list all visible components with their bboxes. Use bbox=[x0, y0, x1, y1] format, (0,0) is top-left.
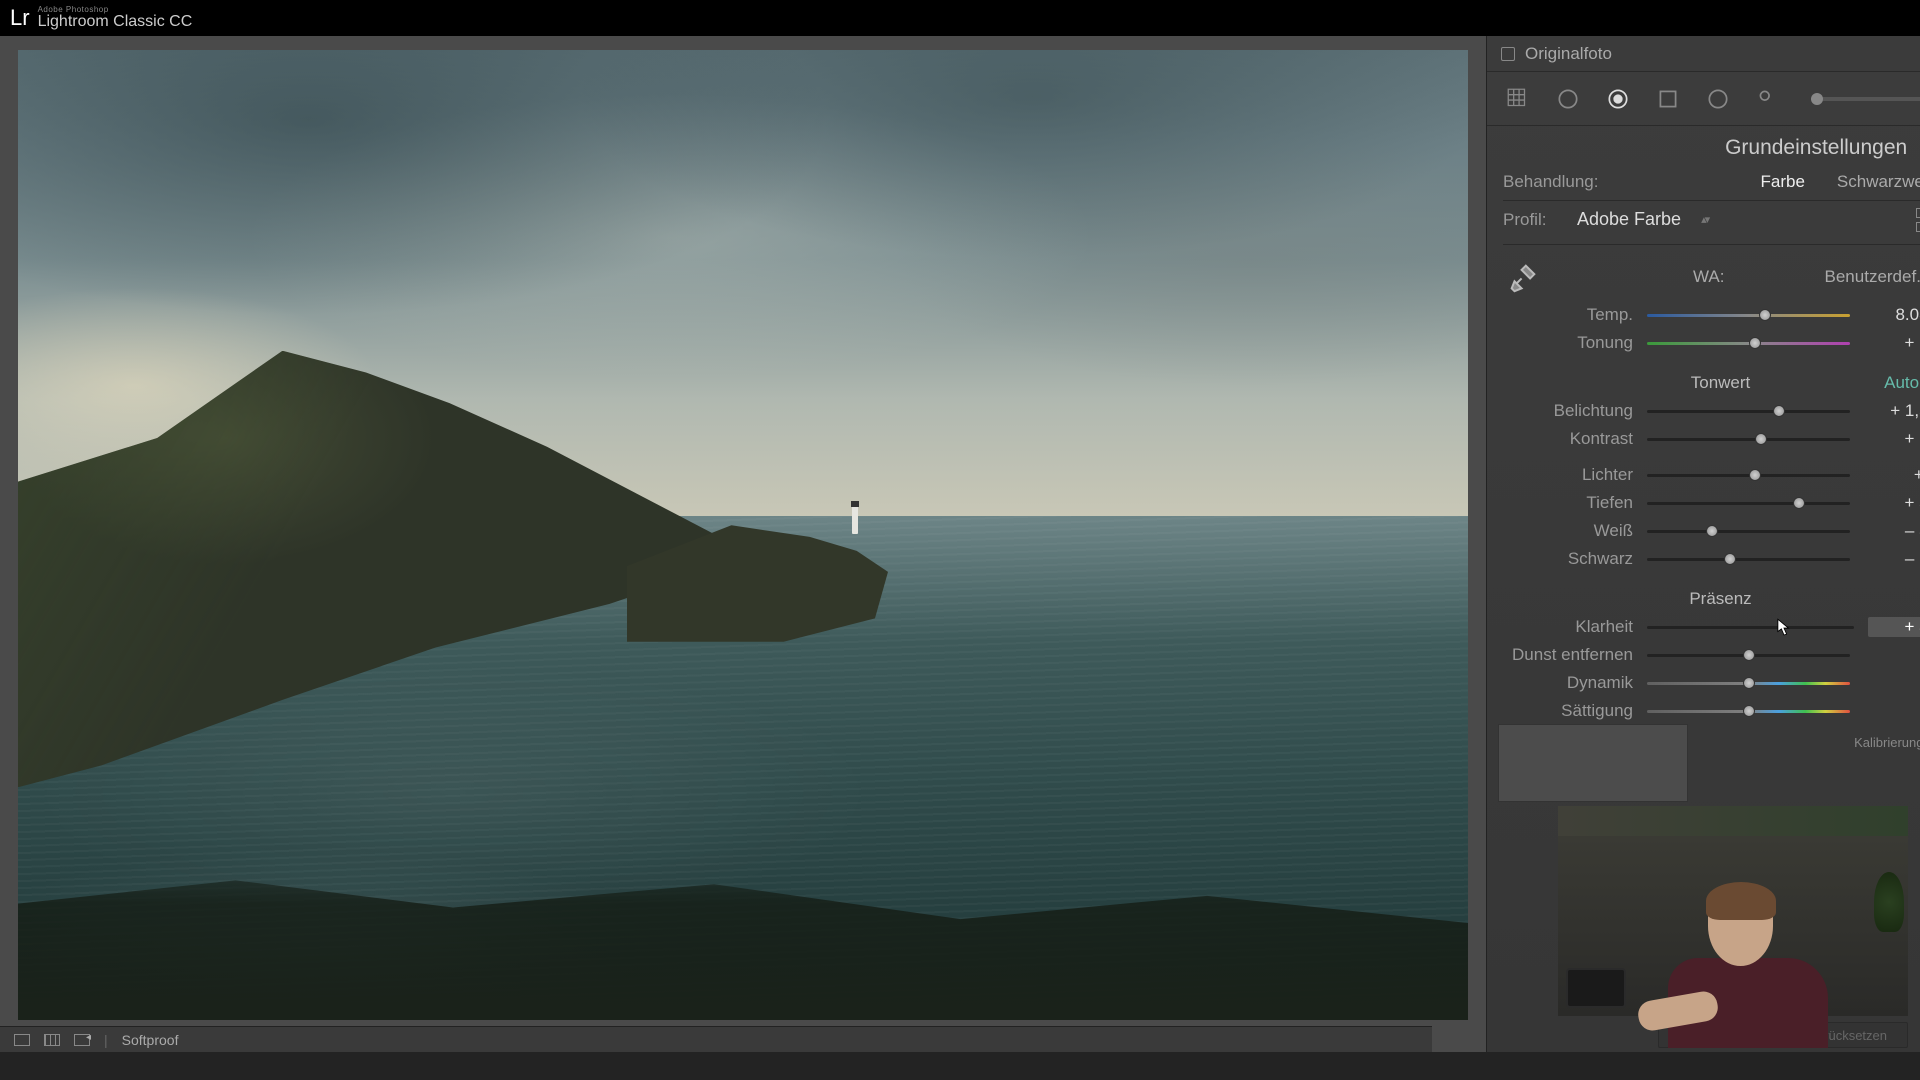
saturation-slider[interactable] bbox=[1647, 704, 1850, 718]
presence-header: Präsenz bbox=[1689, 589, 1751, 609]
whites-label: Weiß bbox=[1503, 521, 1633, 541]
crop-tool-icon[interactable] bbox=[1503, 84, 1533, 114]
dehaze-label: Dunst entfernen bbox=[1503, 645, 1633, 665]
shadows-slider[interactable] bbox=[1647, 496, 1850, 510]
filmstrip-bar[interactable] bbox=[0, 1052, 1920, 1080]
vibrance-slider[interactable] bbox=[1647, 676, 1850, 690]
photo-preview[interactable] bbox=[18, 50, 1468, 1020]
basic-panel-title: Grundeinstellungen bbox=[1725, 136, 1907, 160]
blacks-value[interactable]: – 19 bbox=[1864, 549, 1920, 569]
tint-value[interactable]: + 10 bbox=[1864, 333, 1920, 353]
tone-header: Tonwert bbox=[1691, 373, 1751, 393]
eyedropper-icon[interactable] bbox=[1503, 257, 1543, 297]
view-survey-icon[interactable] bbox=[74, 1034, 90, 1046]
highlights-label: Lichter bbox=[1503, 465, 1633, 485]
profile-select[interactable]: Adobe Farbe bbox=[1577, 209, 1681, 230]
wb-label: WA: bbox=[1543, 267, 1825, 287]
treatment-label: Behandlung: bbox=[1503, 172, 1746, 192]
radial-tool-icon[interactable] bbox=[1703, 84, 1733, 114]
gradient-tool-icon[interactable] bbox=[1653, 84, 1683, 114]
redeye-tool-icon[interactable] bbox=[1603, 84, 1633, 114]
temp-slider[interactable] bbox=[1647, 308, 1850, 322]
tint-slider[interactable] bbox=[1647, 336, 1850, 350]
profile-label: Profil: bbox=[1503, 210, 1563, 230]
temp-value[interactable]: 8.085 bbox=[1864, 305, 1920, 325]
vibrance-value[interactable]: 0 bbox=[1864, 673, 1920, 693]
highlights-slider[interactable] bbox=[1647, 468, 1850, 482]
dehaze-value[interactable]: 0 bbox=[1864, 645, 1920, 665]
shadows-label: Tiefen bbox=[1503, 493, 1633, 513]
whites-slider[interactable] bbox=[1647, 524, 1850, 538]
brush-tool-icon[interactable] bbox=[1753, 84, 1783, 114]
view-compare-icon[interactable] bbox=[44, 1034, 60, 1046]
tool-strip bbox=[1487, 72, 1920, 126]
treatment-bw[interactable]: Schwarzweiß bbox=[1837, 172, 1920, 192]
softproof-toggle[interactable]: Softproof bbox=[122, 1032, 179, 1048]
dehaze-slider[interactable] bbox=[1647, 648, 1850, 662]
cursor-icon bbox=[1777, 618, 1791, 638]
calibration-label[interactable]: Kalibrierung bbox=[1854, 735, 1920, 750]
saturation-value[interactable]: 0 bbox=[1864, 701, 1920, 721]
exposure-slider[interactable] bbox=[1647, 404, 1850, 418]
profile-browser-icon[interactable] bbox=[1916, 208, 1920, 232]
clarity-value[interactable]: + 37 bbox=[1868, 617, 1920, 637]
clarity-label: Klarheit bbox=[1503, 617, 1633, 637]
wb-select[interactable]: Benutzerdef. bbox=[1825, 267, 1920, 287]
contrast-value[interactable]: + 13 bbox=[1864, 429, 1920, 449]
treatment-color[interactable]: Farbe bbox=[1760, 172, 1804, 192]
webcam-overlay bbox=[1558, 806, 1908, 1016]
highlights-value[interactable]: + 7 bbox=[1864, 465, 1920, 485]
app-logo: Lr bbox=[10, 5, 30, 31]
blacks-slider[interactable] bbox=[1647, 552, 1850, 566]
saturation-label: Sättigung bbox=[1503, 701, 1633, 721]
histogram-tile[interactable] bbox=[1498, 724, 1688, 802]
original-checkbox[interactable] bbox=[1501, 47, 1515, 61]
brush-size-slider[interactable] bbox=[1811, 97, 1920, 101]
tint-label: Tonung bbox=[1503, 333, 1633, 353]
view-single-icon[interactable] bbox=[14, 1034, 30, 1046]
spot-tool-icon[interactable] bbox=[1553, 84, 1583, 114]
separator: | bbox=[104, 1032, 108, 1048]
blacks-label: Schwarz bbox=[1503, 549, 1633, 569]
exposure-label: Belichtung bbox=[1503, 401, 1633, 421]
vibrance-label: Dynamik bbox=[1503, 673, 1633, 693]
temp-label: Temp. bbox=[1503, 305, 1633, 325]
whites-value[interactable]: – 39 bbox=[1864, 521, 1920, 541]
chevron-updown-icon[interactable]: ▴▾ bbox=[1701, 213, 1708, 226]
canvas-area[interactable] bbox=[0, 36, 1486, 1054]
clarity-slider[interactable] bbox=[1647, 620, 1854, 634]
contrast-slider[interactable] bbox=[1647, 432, 1850, 446]
app-title: Lightroom Classic CC bbox=[38, 14, 193, 30]
auto-button[interactable]: Autom. bbox=[1884, 373, 1920, 393]
original-label: Originalfoto bbox=[1525, 44, 1612, 64]
contrast-label: Kontrast bbox=[1503, 429, 1633, 449]
exposure-value[interactable]: + 1,55 bbox=[1864, 401, 1920, 421]
shadows-value[interactable]: + 52 bbox=[1864, 493, 1920, 513]
